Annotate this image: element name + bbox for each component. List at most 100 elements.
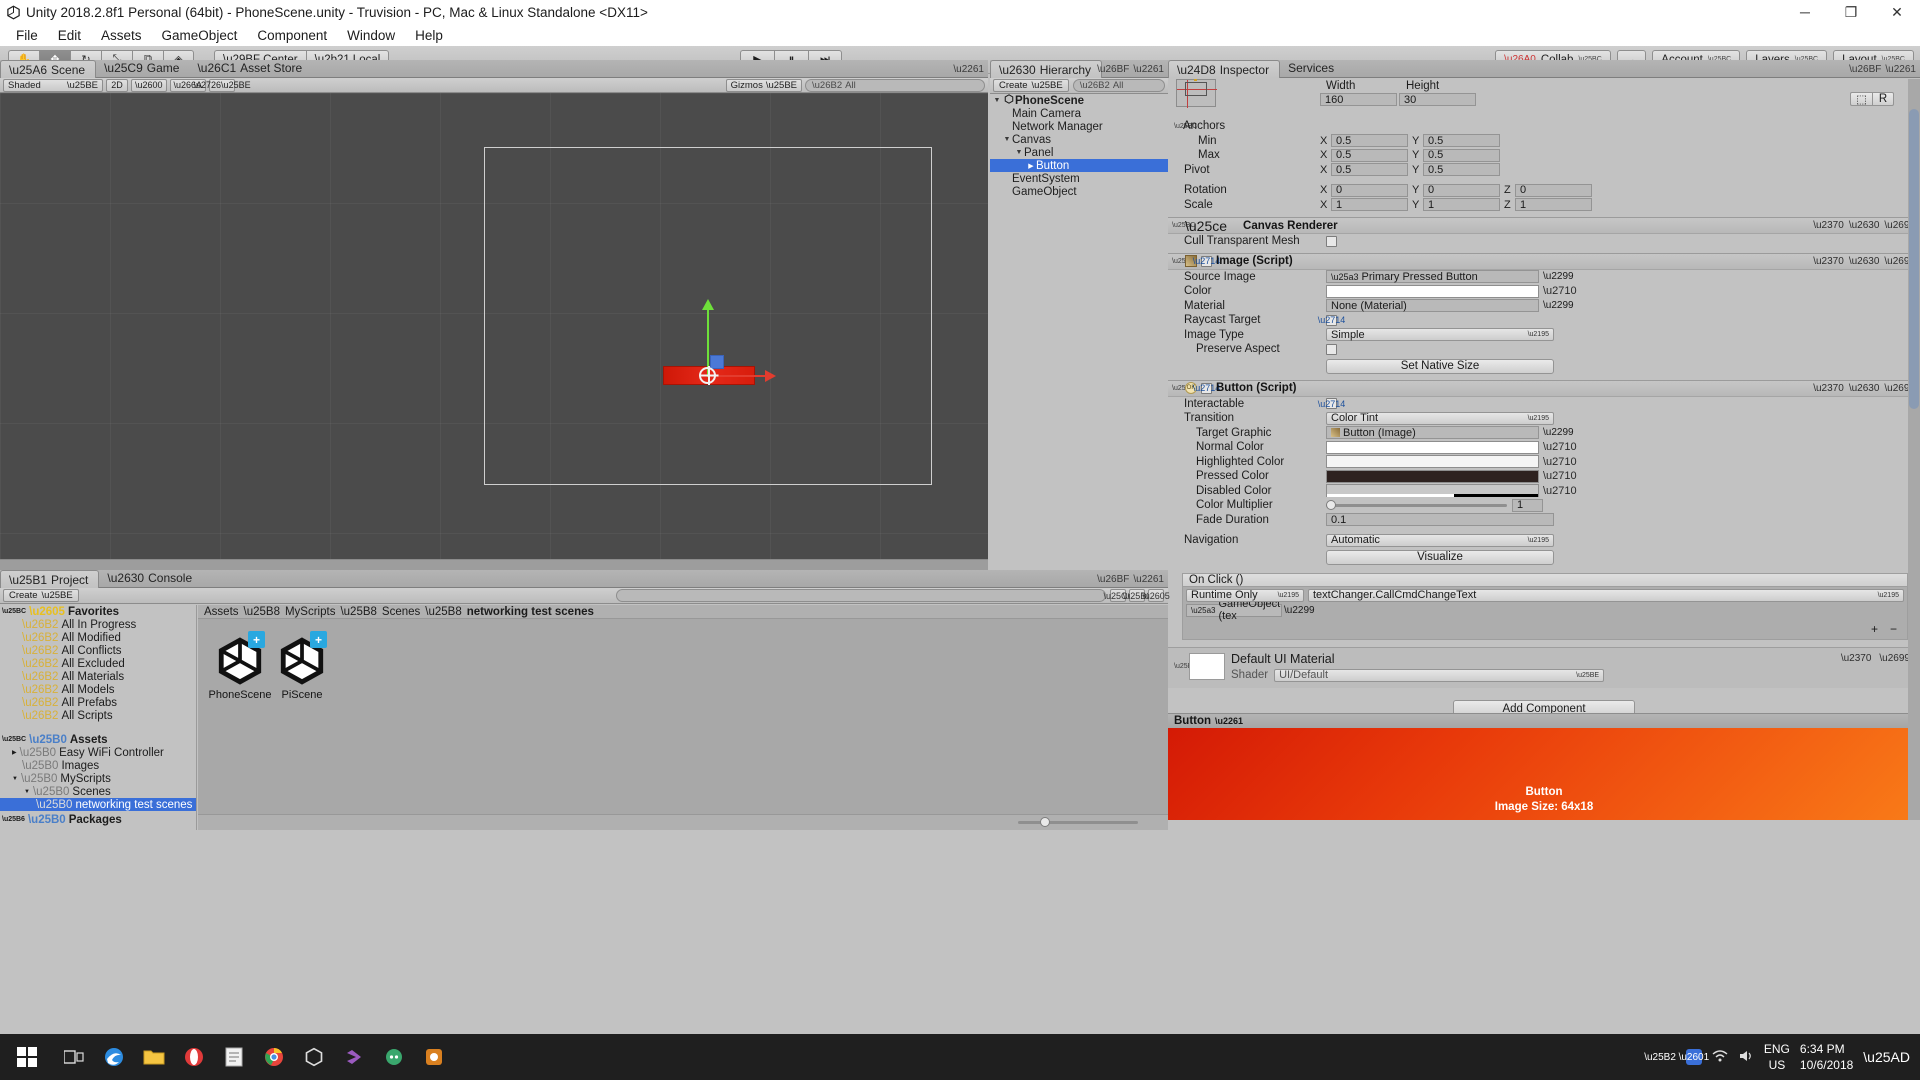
chrome-icon[interactable]: [254, 1034, 294, 1080]
preserve-aspect-checkbox[interactable]: [1326, 343, 1337, 355]
clock[interactable]: 6:34 PM 10/6/2018: [1800, 1041, 1853, 1073]
preview-title-bar[interactable]: Button \u2261: [1168, 713, 1920, 728]
image-enabled-checkbox[interactable]: \u2714: [1193, 255, 1220, 267]
favorite-all-in-progress[interactable]: \u26B2 All In Progress: [0, 618, 196, 631]
favorite-all-models[interactable]: \u26B2 All Models: [0, 683, 196, 696]
image-color-swatch[interactable]: [1326, 284, 1539, 298]
project-tree[interactable]: \u25BC \u2605 Favorites \u26B2 All In Pr…: [0, 605, 197, 830]
lighting-toggle-icon[interactable]: \u2600: [131, 78, 167, 92]
preset-icon[interactable]: \u2630: [1849, 256, 1880, 267]
menu-edit[interactable]: Edit: [48, 26, 91, 45]
menu-gameobject[interactable]: GameObject: [152, 26, 248, 45]
help-icon[interactable]: \u2370: [1813, 256, 1844, 267]
tab-hierarchy[interactable]: \u2630 Hierarchy: [990, 60, 1103, 78]
hierarchy-item-eventsystem[interactable]: EventSystem: [990, 172, 1168, 185]
gizmo-y-arrow-icon[interactable]: [702, 299, 714, 310]
chevron-down-icon[interactable]: \u25BC: [1174, 123, 1197, 130]
project-tree-easy-wifi-controller[interactable]: ▶ \u25B0 Easy WiFi Controller: [0, 746, 196, 759]
project-packages-root[interactable]: \u25B6 \u25B0 Packages: [0, 813, 196, 826]
chevron-right-icon[interactable]: ▶: [12, 749, 17, 756]
project-tree-myscripts[interactable]: ▼ \u25B0 MyScripts: [0, 772, 196, 785]
tab-scene[interactable]: \u25A6 Scene: [0, 60, 97, 78]
hierarchy-item-phonescene[interactable]: ▼ PhoneScene: [990, 94, 1168, 107]
favorite-star-icon[interactable]: \u2605: [1142, 589, 1170, 602]
blueprint-mode-button[interactable]: ⬚: [1850, 92, 1872, 106]
shading-mode-dropdown[interactable]: Shaded \u25BE: [3, 78, 103, 92]
chevron-down-icon[interactable]: \u25BC: [1172, 222, 1195, 229]
gear-icon[interactable]: \u2699: [1879, 653, 1910, 664]
chevron-down-icon[interactable]: \u25BC: [1172, 258, 1195, 265]
favorite-all-materials[interactable]: \u26B2 All Materials: [0, 670, 196, 683]
preview-menu-icon[interactable]: \u2261: [1215, 716, 1243, 726]
breadcrumb-myscripts[interactable]: MyScripts: [285, 606, 335, 618]
pivot-y-input[interactable]: 0.5: [1423, 163, 1500, 177]
gizmos-dropdown[interactable]: Gizmos \u25BE: [725, 78, 802, 92]
add-listener-button[interactable]: +: [1871, 622, 1878, 636]
notepad-icon[interactable]: [214, 1034, 254, 1080]
raw-edit-mode-button[interactable]: R: [1872, 92, 1894, 106]
rotation-y-input[interactable]: 0: [1423, 183, 1500, 197]
slider-knob[interactable]: [1040, 817, 1050, 827]
assets-grid[interactable]: + PhoneScene + PiScene: [198, 619, 1168, 814]
canvas-renderer-header[interactable]: \u25BC \u25ce Canvas Renderer \u2370 \u2…: [1168, 217, 1920, 234]
onedrive-icon[interactable]: \u2601: [1679, 1049, 1709, 1065]
gizmo-center-handle[interactable]: [699, 366, 716, 385]
vs-icon[interactable]: [334, 1034, 374, 1080]
chevron-down-icon[interactable]: ▼: [992, 97, 1002, 104]
breadcrumb-current[interactable]: networking test scenes: [467, 606, 594, 618]
close-button[interactable]: ✕: [1874, 0, 1920, 24]
language-indicator[interactable]: ENG US: [1764, 1041, 1790, 1073]
task-view-icon[interactable]: [54, 1034, 94, 1080]
hierarchy-item-network-manager[interactable]: Network Manager: [990, 120, 1168, 133]
set-native-size-button[interactable]: Set Native Size: [1326, 358, 1554, 374]
eyedropper-icon[interactable]: \u2710: [1543, 456, 1577, 468]
preset-icon[interactable]: \u2630: [1849, 383, 1880, 394]
menu-help[interactable]: Help: [405, 26, 453, 45]
chevron-down-icon[interactable]: ▼: [1014, 149, 1024, 156]
eyedropper-icon[interactable]: \u2710: [1543, 485, 1577, 497]
notifications-icon[interactable]: \u25AD: [1863, 1049, 1910, 1065]
tab-project[interactable]: \u25B1 Project: [0, 570, 100, 588]
anchor-max-x-input[interactable]: 0.5: [1331, 148, 1408, 162]
image-script-header[interactable]: \u25BC \u2714 Image (Script) \u2370 \u26…: [1168, 252, 1920, 270]
project-tree-networking-test-scenes[interactable]: \u25B0 networking test scenes: [0, 798, 196, 811]
opera-icon[interactable]: [174, 1034, 214, 1080]
chevron-down-icon[interactable]: ▼: [24, 789, 30, 795]
tab-game[interactable]: \u25C9 Game: [96, 59, 189, 77]
source-image-input[interactable]: \u25a3 Primary Pressed Button: [1326, 270, 1539, 284]
on-click-object-input[interactable]: \u25a3 GameObject (tex: [1186, 598, 1282, 622]
scale-z-input[interactable]: 1: [1515, 198, 1592, 212]
object-picker-icon[interactable]: \u2299: [1543, 427, 1574, 438]
height-input[interactable]: 30: [1399, 93, 1476, 106]
anchor-preset-widget[interactable]: [1176, 79, 1217, 108]
explorer-icon[interactable]: [134, 1034, 174, 1080]
hierarchy-item-button[interactable]: ▶ Button: [990, 159, 1168, 172]
breadcrumb-scenes[interactable]: Scenes: [382, 606, 420, 618]
project-create-button[interactable]: Create \u25BE: [3, 589, 79, 602]
tray-expand-icon[interactable]: \u25B2: [1644, 1052, 1676, 1063]
chevron-down-icon[interactable]: \u25BC: [2, 736, 26, 743]
fade-duration-input[interactable]: 0.1: [1326, 513, 1554, 527]
favorite-all-scripts[interactable]: \u26B2 All Scripts: [0, 709, 196, 722]
maximize-button[interactable]: ❐: [1828, 0, 1874, 24]
color-multiplier-slider[interactable]: [1326, 499, 1507, 510]
object-picker-icon[interactable]: \u2299: [1543, 300, 1574, 311]
visualize-button[interactable]: Visualize: [1326, 549, 1554, 565]
inspector-scroll-thumb[interactable]: [1909, 109, 1919, 409]
slider-knob[interactable]: [1326, 499, 1336, 510]
pivot-x-input[interactable]: 0.5: [1331, 163, 1408, 177]
menu-component[interactable]: Component: [247, 26, 337, 45]
project-tree-images[interactable]: \u25B0 Images: [0, 759, 196, 772]
hierarchy-search-input[interactable]: \u26B2 All: [1072, 79, 1165, 92]
hierarchy-item-panel[interactable]: ▼ Panel: [990, 146, 1168, 159]
gizmo-x-arrow-icon[interactable]: [765, 370, 776, 382]
volume-icon[interactable]: [1738, 1049, 1754, 1066]
menu-file[interactable]: File: [6, 26, 48, 45]
project-assets-root[interactable]: \u25BC \u25B0 Assets: [0, 733, 196, 746]
hierarchy-item-canvas[interactable]: ▼ Canvas: [990, 133, 1168, 146]
chevron-right-icon[interactable]: \u25B6: [2, 816, 25, 823]
start-button[interactable]: [0, 1034, 54, 1080]
asset-zoom-slider[interactable]: [1018, 817, 1138, 827]
unity-icon[interactable]: [294, 1034, 334, 1080]
chevron-right-icon[interactable]: \u25B6: [1174, 663, 1196, 670]
